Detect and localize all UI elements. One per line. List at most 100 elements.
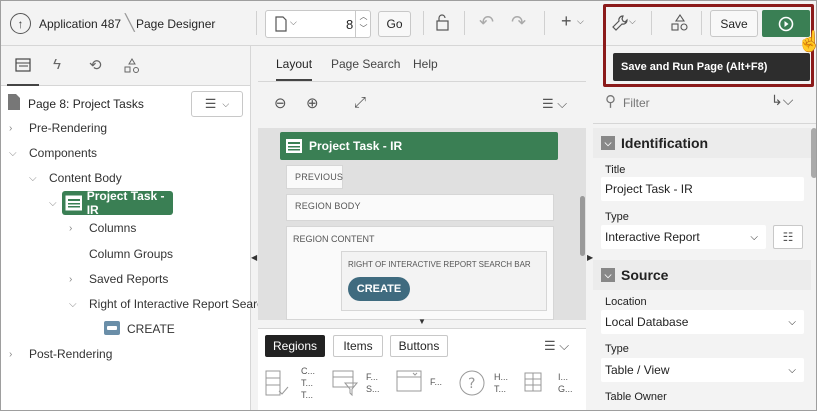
go-button[interactable]: Go: [378, 11, 411, 37]
title-field[interactable]: Project Task - IR: [601, 177, 804, 201]
page-icon: [275, 16, 287, 32]
region-content-label: REGION CONTENT: [293, 234, 375, 244]
tree-saved-reports[interactable]: Saved Reports: [89, 268, 168, 290]
shared-components-icon[interactable]: [124, 58, 140, 74]
chevron-down-icon[interactable]: ⌵: [69, 299, 77, 310]
chevron-down-icon[interactable]: ⌵: [577, 16, 584, 27]
chevron-right-icon[interactable]: ›: [9, 349, 12, 360]
tree-components[interactable]: Components: [29, 142, 97, 164]
faceted-search-icon[interactable]: [331, 369, 359, 397]
gallery-label: G...: [558, 384, 573, 394]
gallery-item-3: F...: [430, 377, 442, 387]
source-type-select[interactable]: Table / View ⌵: [601, 358, 804, 382]
zoom-in-icon[interactable]: ⊕: [306, 94, 319, 112]
table-owner-label: Table Owner: [605, 391, 667, 403]
top-toolbar: ↑ Application 487 ╲ Page Designer ⌵ 8 ︿ ﹀…: [1, 1, 816, 87]
menu-icon: ☰: [204, 96, 217, 111]
source-header[interactable]: ⌵ Source: [593, 260, 811, 290]
chevron-down-icon: ⌵: [222, 98, 230, 109]
redo-icon[interactable]: ↷: [511, 12, 526, 33]
tree-project-task-label: Project Task - IR: [86, 189, 165, 217]
mouse-cursor-icon: ☝: [797, 29, 816, 54]
divider: [544, 11, 545, 35]
app-up-icon[interactable]: ↑: [10, 13, 31, 34]
chevron-right-icon[interactable]: ›: [9, 123, 12, 134]
location-select[interactable]: Local Database ⌵: [601, 310, 804, 334]
collapse-icon: ⌵: [601, 268, 615, 282]
type-select[interactable]: Interactive Report ⌵: [601, 225, 766, 249]
identification-header[interactable]: ⌵ Identification: [593, 128, 811, 158]
filter-input[interactable]: [623, 92, 733, 114]
tree-create-button[interactable]: CREATE: [127, 318, 175, 340]
tree-columns[interactable]: Columns: [89, 217, 136, 239]
properties-scroll: ⌵ Identification Title Project Task - IR…: [593, 128, 816, 410]
page-icon: [8, 94, 20, 110]
right-of-ir-slot[interactable]: RIGHT OF INTERACTIVE REPORT SEARCH BAR C…: [341, 251, 547, 311]
tab-page-search[interactable]: Page Search: [331, 57, 400, 71]
go-to-group-icon[interactable]: ↳⌵: [771, 92, 793, 109]
properties-scrollbar[interactable]: [811, 128, 816, 178]
layout-canvas: Project Task - IR PREVIOUS REGION BODY R…: [258, 128, 586, 320]
type-list-button[interactable]: ☷: [773, 225, 803, 249]
right-of-ir-label: RIGHT OF INTERACTIVE REPORT SEARCH BAR: [348, 260, 531, 269]
gallery-label: I...: [558, 372, 569, 382]
chevron-right-icon[interactable]: ›: [69, 274, 72, 285]
tree-column-groups[interactable]: Column Groups: [89, 243, 173, 265]
tree-content-body[interactable]: Content Body: [49, 167, 122, 189]
collapse-left-icon[interactable]: ◀: [251, 253, 257, 262]
interactive-report-icon: [65, 195, 82, 211]
page-menu-button[interactable]: ☰ ⌵: [191, 91, 243, 117]
tab-help[interactable]: Help: [413, 57, 438, 71]
tree-project-task-selected[interactable]: Project Task - IR: [62, 189, 173, 217]
page-stepper[interactable]: ︿ ﹀: [355, 11, 371, 37]
gallery-tab-regions[interactable]: Regions: [265, 335, 325, 357]
classic-report-icon[interactable]: [264, 369, 290, 397]
canvas-scrollbar[interactable]: [580, 196, 585, 256]
tree-post-rendering[interactable]: Post-Rendering: [29, 343, 112, 365]
menu-icon[interactable]: ☰ ⌵: [542, 96, 567, 112]
chevron-down-icon[interactable]: ⌵: [9, 148, 17, 159]
source-type-label: Type: [605, 343, 629, 355]
page-number-input[interactable]: 8: [346, 17, 353, 32]
lock-page-icon[interactable]: [434, 14, 452, 32]
middle-tab-bar: Layout Page Search Help: [258, 46, 586, 82]
chevron-down-icon[interactable]: ⌵: [49, 198, 57, 209]
tree-pre-rendering[interactable]: Pre-Rendering: [29, 117, 107, 139]
form-icon[interactable]: [395, 369, 423, 393]
gallery-tab-items[interactable]: Items: [333, 335, 383, 357]
region-content-slot[interactable]: REGION CONTENT RIGHT OF INTERACTIVE REPO…: [286, 226, 554, 320]
chevron-down-icon[interactable]: ⌵: [290, 17, 297, 28]
create-pill-button[interactable]: CREATE: [348, 277, 410, 301]
gallery-tab-buttons[interactable]: Buttons: [390, 335, 448, 357]
location-label: Location: [605, 296, 647, 308]
chevron-down-icon[interactable]: ⌵: [29, 173, 37, 184]
expand-icon[interactable]: ⤢: [354, 94, 366, 111]
page-selector[interactable]: ⌵ 8 ︿ ﹀: [265, 10, 371, 38]
button-icon: [104, 321, 120, 335]
type-value: Interactive Report: [605, 230, 700, 244]
chevron-right-icon[interactable]: ›: [69, 223, 72, 234]
menu-icon[interactable]: ☰ ⌵: [544, 338, 569, 354]
tab-rendering[interactable]: [7, 46, 39, 86]
create-pill-label: CREATE: [356, 283, 402, 295]
svg-text:?: ?: [468, 376, 475, 392]
title-label: Title: [605, 164, 626, 176]
gallery-label: T...: [301, 390, 314, 400]
interactive-grid-icon[interactable]: [522, 369, 550, 397]
zoom-out-icon[interactable]: ⊖: [274, 94, 287, 112]
gallery-item-1: C... T... T...: [301, 365, 315, 401]
region-header[interactable]: Project Task - IR: [280, 132, 558, 160]
collapse-down-icon[interactable]: ▼: [418, 317, 426, 326]
region-body-slot[interactable]: REGION BODY: [286, 194, 554, 221]
undo-icon[interactable]: ↶: [479, 12, 494, 33]
tab-layout[interactable]: Layout: [276, 57, 313, 81]
processing-icon[interactable]: ⟲: [89, 56, 102, 74]
app-name-link[interactable]: Application 487: [39, 17, 121, 31]
dynamic-actions-icon[interactable]: ϟ: [53, 56, 61, 73]
previous-slot[interactable]: PREVIOUS: [286, 165, 343, 189]
source-label: Source: [621, 267, 669, 283]
add-icon[interactable]: +: [561, 11, 572, 32]
help-text-icon[interactable]: ?: [458, 369, 486, 397]
tree-right-of-ir[interactable]: Right of Interactive Report Search: [89, 293, 270, 315]
search-icon: ⚲: [605, 93, 616, 110]
